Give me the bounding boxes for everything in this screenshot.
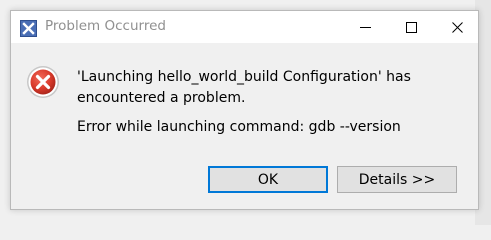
close-button[interactable] bbox=[434, 11, 480, 43]
details-button[interactable]: Details >> bbox=[337, 166, 457, 193]
error-detail: Error while launching command: gdb --ver… bbox=[77, 119, 401, 135]
error-icon bbox=[26, 65, 60, 99]
minimize-button[interactable] bbox=[342, 11, 388, 43]
close-icon bbox=[451, 21, 463, 33]
error-message: 'Launching hello_world_build Configurati… bbox=[77, 69, 411, 106]
problem-dialog: Problem Occurred 'Launching hello_world_… bbox=[10, 10, 479, 210]
eclipse-x-icon bbox=[20, 20, 37, 37]
maximize-icon bbox=[405, 21, 417, 33]
window-title: Problem Occurred bbox=[45, 18, 166, 34]
maximize-button[interactable] bbox=[388, 11, 434, 43]
title-bar[interactable]: Problem Occurred bbox=[11, 11, 478, 43]
ok-button[interactable]: OK bbox=[208, 166, 328, 193]
minimize-icon bbox=[359, 22, 371, 33]
